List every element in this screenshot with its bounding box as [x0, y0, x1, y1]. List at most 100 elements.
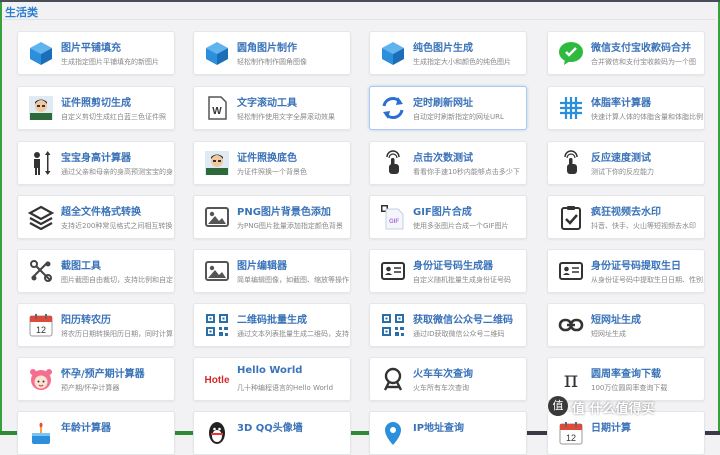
- tool-card-title[interactable]: 截图工具: [61, 257, 101, 272]
- tool-card-title[interactable]: 纯色图片生成: [413, 39, 473, 54]
- tool-card-title[interactable]: 获取微信公众号二维码: [413, 311, 513, 326]
- tool-card[interactable]: Hotle Hello World 几十种编程语言的Hello World: [193, 357, 351, 401]
- tool-card-title[interactable]: 图片编辑器: [237, 257, 287, 272]
- tool-card-title[interactable]: 证件照换底色: [237, 149, 297, 164]
- tool-card-title[interactable]: 身份证号码生成器: [413, 257, 493, 272]
- link-icon: [558, 312, 584, 338]
- tool-card-description: 自定义剪切生成红白蓝三色证件照: [61, 113, 166, 121]
- tool-card[interactable]: π 圆周率查询下载 100万位圆周率查询下载: [547, 357, 705, 401]
- tool-card[interactable]: 宝宝身高计算器 通过父亲和母亲的身高预测宝宝的身高: [17, 141, 175, 185]
- tool-card-description: 轻松制作使用文字全屏滚动效果: [237, 113, 335, 121]
- avatar-icon: [28, 95, 54, 121]
- tool-card-title[interactable]: 日期计算: [591, 419, 631, 434]
- tool-card-description: 生成指定大小和颜色的纯色图片: [413, 58, 511, 66]
- image-icon: [204, 204, 230, 230]
- tool-card[interactable]: 纯色图片生成生成指定大小和颜色的纯色图片: [369, 31, 527, 75]
- tool-card[interactable]: 年龄计算器: [17, 411, 175, 455]
- tool-card[interactable]: 身份证号码提取生日从身份证号码中提取生日日期、性别: [547, 249, 705, 293]
- height-icon: [28, 150, 54, 176]
- watermark-text: 值 什么值得买: [572, 402, 655, 417]
- pi-icon: π: [558, 366, 584, 393]
- tool-card-title[interactable]: 体脂率计算器: [591, 94, 651, 109]
- cube-icon: [380, 40, 406, 66]
- tool-card-description: 火车所有车次查询: [413, 384, 469, 392]
- tool-card[interactable]: 微信支付宝收款码合并 合并微信和支付宝收款码为一个图: [547, 31, 705, 75]
- svg-text:Hotle: Hotle: [205, 375, 230, 386]
- tool-card[interactable]: 反应速度测试 测试下你的反应能力: [547, 141, 705, 185]
- tool-card[interactable]: 超全文件格式转换 支持近200种常见格式之间相互转换: [17, 195, 175, 239]
- tool-card-title[interactable]: 点击次数测试: [413, 149, 473, 164]
- tool-card[interactable]: 体脂率计算器快速计算人体的体脂含量和体脂比例: [547, 86, 705, 130]
- location-icon: [380, 420, 406, 446]
- tool-card[interactable]: 短网址生成 短网址生成: [547, 303, 705, 347]
- cake-icon: [28, 420, 54, 446]
- tool-card[interactable]: 点击次数测试 看看你手速10秒内能够点击多少下: [369, 141, 527, 185]
- tool-card[interactable]: 二维码批量生成 通过文本列表批量生成二维码，支持: [193, 303, 351, 347]
- tool-card-title[interactable]: 怀孕/预产期计算器: [61, 365, 145, 380]
- tool-card[interactable]: 火车车次查询火车所有车次查询: [369, 357, 527, 401]
- tool-card[interactable]: IP地址查询: [369, 411, 527, 455]
- svg-text:GIF: GIF: [389, 219, 399, 225]
- section-title: 生活类: [5, 6, 38, 19]
- tool-card-title[interactable]: 文字滚动工具: [237, 94, 297, 109]
- tool-card-title[interactable]: 宝宝身高计算器: [61, 149, 131, 164]
- tool-card-title[interactable]: 短网址生成: [591, 311, 641, 326]
- tool-card[interactable]: 3D QQ头像墙: [193, 411, 351, 455]
- layers-icon: [27, 204, 55, 231]
- tool-card-title[interactable]: 圆角图片制作: [237, 39, 297, 54]
- tool-card[interactable]: GIF GIF图片合成使用多张图片合成一个GIF图片: [369, 195, 527, 239]
- tool-card-title[interactable]: 身份证号码提取生日: [591, 257, 681, 272]
- refresh-icon: [380, 95, 406, 121]
- avatar-icon: [204, 150, 230, 176]
- tool-card-title[interactable]: 反应速度测试: [591, 149, 651, 164]
- svg-text:12: 12: [36, 325, 46, 335]
- tool-card-title[interactable]: PNG图片背景色添加: [237, 203, 331, 218]
- tool-card-description: 使用多张图片合成一个GIF图片: [413, 222, 509, 230]
- cube-icon: [204, 40, 230, 66]
- tool-card[interactable]: 证件照换底色 为证件照换一个背景色: [193, 141, 351, 185]
- tool-card[interactable]: PNG图片背景色添加 为PNG图片批量添加指定颜色背景: [193, 195, 351, 239]
- tool-card-title[interactable]: 阳历转农历: [61, 311, 111, 326]
- tool-card-description: 从身份证号码中提取生日日期、性别: [591, 276, 703, 284]
- calendar-icon: 12: [558, 420, 584, 446]
- tool-card[interactable]: 截图工具 图片截图自由裁切，支持比例和自定义: [17, 249, 175, 293]
- tool-card[interactable]: 疯狂视频去水印抖音、快手、火山等短视频去水印: [547, 195, 705, 239]
- tool-card-title[interactable]: Hello World: [237, 365, 302, 376]
- tool-card-title[interactable]: 疯狂视频去水印: [591, 203, 661, 218]
- tool-card-title[interactable]: 微信支付宝收款码合并: [591, 39, 691, 54]
- tool-card-title[interactable]: 二维码批量生成: [237, 311, 307, 326]
- tool-card-description: 100万位圆周率查询下载: [591, 384, 668, 392]
- section-divider: [3, 19, 715, 20]
- tool-card[interactable]: 图片编辑器 简单编辑图像，如截图、缩放等操作: [193, 249, 351, 293]
- tool-card[interactable]: 12 日期计算: [547, 411, 705, 455]
- tap-icon: [380, 150, 406, 176]
- calendar-icon: 12: [28, 312, 54, 338]
- tool-card-title[interactable]: 超全文件格式转换: [61, 203, 141, 218]
- qrcode-icon: [380, 312, 406, 338]
- tool-card-title[interactable]: 圆周率查询下载: [591, 365, 661, 380]
- tool-card[interactable]: 定时刷新网址 自动定时刷新指定的网址URL: [369, 86, 527, 130]
- tool-card-title[interactable]: GIF图片合成: [413, 203, 472, 218]
- tool-card-title[interactable]: 图片平铺填充: [61, 39, 121, 54]
- hottie-icon: Hotle: [204, 366, 230, 392]
- tool-card[interactable]: 身份证号码生成器 自定义随机批量生成身份证号码: [369, 249, 527, 293]
- tool-card-title[interactable]: 定时刷新网址: [413, 94, 473, 109]
- tool-card-title[interactable]: 火车车次查询: [413, 365, 473, 380]
- tool-card-title[interactable]: 证件照剪切生成: [61, 94, 131, 109]
- tool-card-title[interactable]: 年龄计算器: [61, 419, 111, 434]
- tool-card[interactable]: 图片平铺填充 生成指定图片平铺填充的新图片: [17, 31, 175, 75]
- tool-card[interactable]: W 文字滚动工具 轻松制作使用文字全屏滚动效果: [193, 86, 351, 130]
- tool-card-title[interactable]: IP地址查询: [413, 419, 464, 434]
- tool-card[interactable]: 圆角图片制作 轻松制作制作圆角图像: [193, 31, 351, 75]
- tool-card[interactable]: 证件照剪切生成自定义剪切生成红白蓝三色证件照: [17, 86, 175, 130]
- train-icon: [380, 366, 406, 392]
- tool-card-title[interactable]: 3D QQ头像墙: [237, 419, 303, 434]
- tool-card[interactable]: 怀孕/预产期计算器 预产期/怀孕计算器: [17, 357, 175, 401]
- tool-card[interactable]: 12 阳历转农历 将农历日期转换阳历日期，同时计算: [17, 303, 175, 347]
- tool-card[interactable]: 获取微信公众号二维码 通过ID获取微信公众号二维码: [369, 303, 527, 347]
- clipboard-check-icon: [558, 204, 584, 230]
- id-card-icon: [558, 258, 584, 284]
- tool-card-description: 抖音、快手、火山等短视频去水印: [591, 222, 696, 230]
- tool-card-description: 快速计算人体的体脂含量和体脂比例: [591, 113, 703, 121]
- qq-icon: [204, 420, 230, 446]
